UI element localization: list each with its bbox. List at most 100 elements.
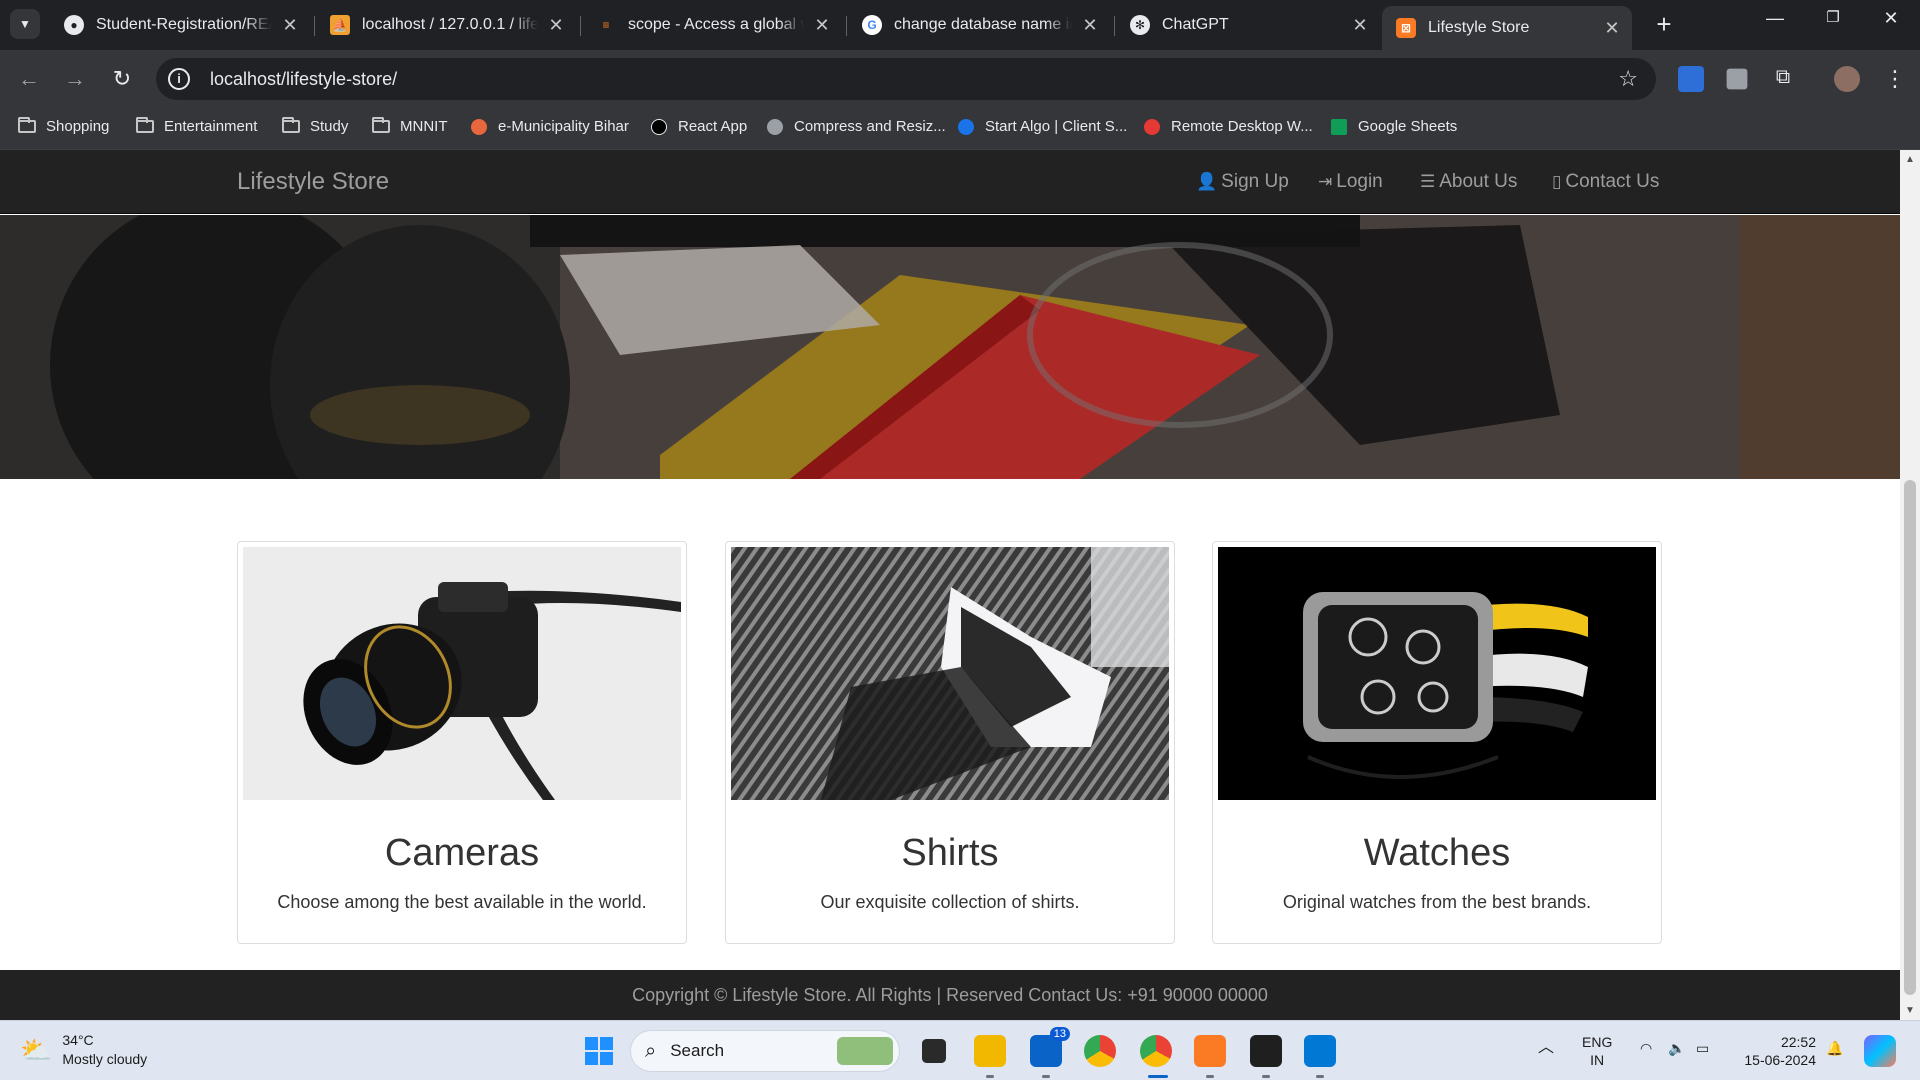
remote-desktop-icon — [1143, 118, 1161, 135]
tab-separator — [314, 16, 315, 36]
extensions-puzzle-icon[interactable]: ⧉ — [1770, 66, 1796, 92]
restore-icon[interactable]: ❐ — [1818, 8, 1848, 26]
running-indicator — [1206, 1075, 1214, 1078]
google-icon: G — [862, 15, 882, 35]
tab-stackoverflow[interactable]: ≡ scope - Access a global var ✕ — [582, 8, 842, 42]
chevron-up-icon[interactable]: ︿ — [1538, 1039, 1554, 1057]
running-indicator — [986, 1075, 994, 1078]
bookmark-entertainment[interactable]: Entertainment — [136, 117, 258, 135]
nav-sign-up[interactable]: 👤 Sign Up — [1196, 171, 1289, 193]
bookmark-label: e-Municipality Bihar — [498, 118, 629, 135]
minimize-icon[interactable]: — — [1760, 8, 1790, 29]
bookmark-compress[interactable]: Compress and Resiz... — [766, 118, 946, 135]
translate-extension-icon[interactable] — [1678, 66, 1704, 92]
bookmark-label: Compress and Resiz... — [794, 118, 946, 135]
weather-widget[interactable]: ⛅ 34°C Mostly cloudy — [20, 1031, 147, 1069]
nav-contact-us[interactable]: ▯ Contact Us — [1552, 171, 1659, 193]
banner-overlay — [0, 215, 1900, 479]
lang-top: ENG — [1582, 1034, 1613, 1050]
compress-icon — [766, 118, 784, 135]
address-bar[interactable]: i localhost/lifestyle-store/ ☆ — [156, 58, 1656, 100]
bookmark-label: React App — [678, 118, 748, 135]
card-title: Watches — [1363, 832, 1511, 874]
close-icon[interactable]: ✕ — [812, 15, 832, 36]
folder-icon — [18, 117, 36, 135]
bookmark-e-municipality[interactable]: e-Municipality Bihar — [470, 118, 629, 135]
site-brand[interactable]: Lifestyle Store — [237, 168, 389, 196]
new-tab-button[interactable]: + — [1650, 11, 1678, 37]
profile-avatar[interactable] — [1834, 66, 1860, 92]
cube-extension-icon[interactable] — [1726, 68, 1748, 90]
login-icon: ⇥ — [1318, 172, 1333, 191]
tab-lifestyle-store[interactable]: ⊠ Lifestyle Store ✕ — [1382, 6, 1632, 50]
tab-phpmyadmin[interactable]: ⛵ localhost / 127.0.0.1 / lifest ✕ — [316, 8, 576, 42]
category-card-cameras[interactable]: Cameras Choose among the best available … — [237, 541, 687, 944]
language-indicator[interactable]: ENG IN — [1582, 1033, 1612, 1069]
back-icon[interactable]: ← — [14, 64, 44, 94]
search-highlight-icon — [837, 1037, 893, 1065]
page-scrollbar[interactable]: ▲ ▼ — [1900, 150, 1920, 1020]
tab-google[interactable]: G change database name in ✕ — [848, 8, 1110, 42]
tab-github[interactable]: ● Student-Registration/READ ✕ — [50, 8, 310, 42]
close-icon[interactable]: ✕ — [1080, 15, 1100, 36]
terminal-icon[interactable] — [1250, 1035, 1282, 1067]
clock[interactable]: 22:52 15-06-2024 — [1740, 1033, 1816, 1069]
file-explorer-icon[interactable] — [974, 1035, 1006, 1067]
forward-icon[interactable]: → — [60, 64, 90, 94]
tab-title: change database name in — [894, 16, 1072, 33]
close-icon[interactable]: ✕ — [1602, 18, 1622, 39]
notification-bell-icon[interactable]: 🔔 — [1826, 1039, 1843, 1057]
vscode-icon[interactable] — [1304, 1035, 1336, 1067]
close-icon[interactable]: ✕ — [546, 15, 566, 36]
url-text[interactable]: localhost/lifestyle-store/ — [210, 69, 397, 90]
bookmark-label: Entertainment — [164, 118, 258, 135]
bookmark-react-app[interactable]: React App — [650, 118, 747, 135]
bookmark-study[interactable]: Study — [282, 117, 348, 135]
tab-title: localhost / 127.0.0.1 / lifest — [362, 16, 538, 33]
nav-label: Sign Up — [1221, 171, 1289, 192]
running-indicator — [1316, 1075, 1324, 1078]
bookmark-remote-desktop[interactable]: Remote Desktop W... — [1143, 118, 1313, 135]
tab-search-button[interactable]: ▼ — [10, 9, 40, 39]
windows-start-icon[interactable] — [583, 1035, 615, 1067]
chrome-icon[interactable] — [1084, 1035, 1116, 1067]
tab-separator — [846, 16, 847, 36]
wifi-icon[interactable]: ◠ — [1640, 1039, 1652, 1057]
bookmark-shopping[interactable]: Shopping — [18, 117, 109, 135]
task-view-icon[interactable] — [922, 1039, 946, 1063]
hero-banner-image — [0, 215, 1900, 479]
site-info-icon[interactable]: i — [168, 68, 190, 90]
card-description: Choose among the best available in the w… — [277, 892, 647, 912]
category-card-watches[interactable]: Watches Original watches from the best b… — [1212, 541, 1662, 944]
scroll-up-icon[interactable]: ▲ — [1900, 154, 1920, 165]
municipality-icon — [470, 118, 488, 135]
bookmark-google-sheets[interactable]: Google Sheets — [1330, 118, 1457, 135]
category-card-shirts[interactable]: Shirts Our exquisite collection of shirt… — [725, 541, 1175, 944]
cloudy-weather-icon: ⛅ — [20, 1034, 53, 1065]
xampp-icon[interactable] — [1194, 1035, 1226, 1067]
close-icon[interactable]: ✕ — [280, 15, 300, 36]
nav-login[interactable]: ⇥ Login — [1318, 171, 1383, 193]
folder-icon — [136, 117, 154, 135]
bookmark-mnnit[interactable]: MNNIT — [372, 117, 448, 135]
battery-icon[interactable]: ▭ — [1696, 1039, 1709, 1057]
tab-chatgpt[interactable]: ✻ ChatGPT ✕ — [1116, 8, 1380, 42]
nav-about-us[interactable]: ☰ About Us — [1420, 171, 1517, 193]
menu-dots-icon[interactable]: ⋮ — [1882, 66, 1908, 92]
mail-icon[interactable]: 13 — [1030, 1027, 1070, 1067]
reload-icon[interactable]: ↻ — [107, 64, 137, 94]
close-icon[interactable]: ✕ — [1350, 15, 1370, 36]
bookmark-start-algo[interactable]: Start Algo | Client S... — [957, 118, 1127, 135]
bookmark-star-icon[interactable]: ☆ — [1618, 66, 1638, 92]
taskbar-search[interactable]: ⌕ Search — [630, 1030, 900, 1072]
copilot-icon[interactable] — [1864, 1035, 1896, 1067]
volume-icon[interactable]: 🔈 — [1668, 1039, 1685, 1057]
window-close-icon[interactable]: ✕ — [1876, 8, 1906, 29]
chrome-profile-icon[interactable] — [1140, 1035, 1172, 1067]
phone-icon: ▯ — [1552, 172, 1562, 191]
scroll-down-icon[interactable]: ▼ — [1900, 1005, 1920, 1016]
search-label: Search — [670, 1041, 725, 1060]
bookmark-label: Google Sheets — [1358, 118, 1458, 135]
scrollbar-thumb[interactable] — [1904, 480, 1916, 995]
chatgpt-icon: ✻ — [1130, 15, 1150, 35]
